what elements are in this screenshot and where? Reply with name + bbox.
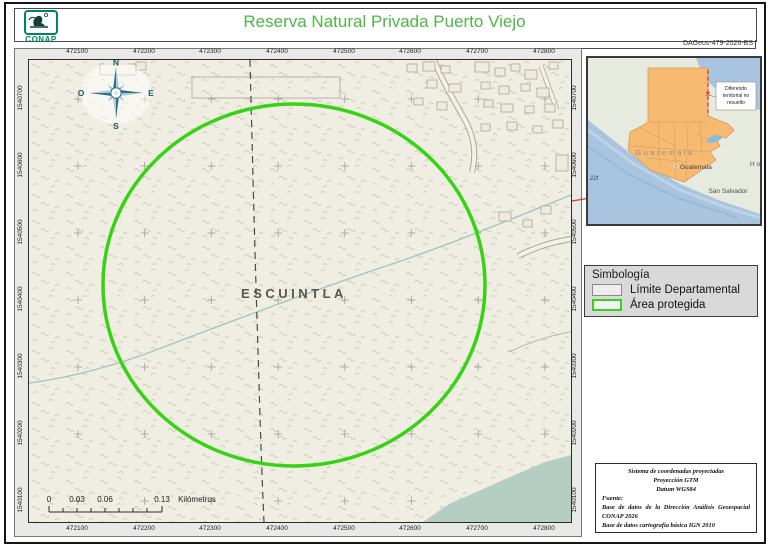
x-coordinate-label: 472700 [466,525,488,532]
department-label: ESCUINTLA [241,286,347,301]
legend: Simbología Límite Departamental Área pro… [584,265,758,317]
legend-item-protected-area: Área protegida [592,299,750,311]
y-coordinate-label: 1540200 [571,420,578,446]
legend-title: Simbología [592,269,650,281]
protected-area-swatch [592,299,622,311]
x-coordinate-label: 472300 [199,525,221,532]
scale-label: 0 [47,495,52,504]
x-coordinate-label: 472400 [266,525,288,532]
source-heading: Fuente: [602,494,623,502]
y-coordinate-label: 1540700 [17,85,24,111]
capital-city-marker [673,163,679,169]
scale-label: 0.13 [154,495,170,504]
x-coordinate-label: 472100 [66,48,88,55]
source-info-box: Sistema de coordenadas proyectadas Proye… [595,463,757,533]
compass-east-label: E [148,88,154,98]
scale-label: 0.06 [97,495,113,504]
territorial-note-line: Diferendo [725,86,747,92]
x-coordinate-label: 472400 [266,48,288,55]
y-coordinate-label: 1540500 [571,219,578,245]
compass-north-label: N [113,60,119,68]
x-coordinate-label: 472200 [133,48,155,55]
map-svg: ESCUINTLA N E S O 0 0.03 0.06 0.13 Kilóm… [28,58,572,523]
source-line: Base de datos cartografía básica IGN 201… [602,521,715,529]
x-coordinate-label: 472600 [399,525,421,532]
x-coordinate-label: 472500 [333,48,355,55]
y-coordinate-label: 1540500 [17,219,24,245]
y-coordinate-label: 1540700 [571,85,578,111]
y-coordinate-label: 1540600 [571,152,578,178]
x-coordinate-label: 472500 [333,525,355,532]
compass-south-label: S [113,121,119,131]
y-coordinate-label: 1540200 [17,420,24,446]
territorial-note-line: territorial no [723,93,750,99]
map-canvas: ESCUINTLA N E S O 0 0.03 0.06 0.13 Kilóm… [28,58,572,523]
datum-line: Datum WGS84 [656,485,696,493]
san-salvador-label: San Salvador [708,188,748,195]
y-coordinate-label: 1540300 [17,353,24,379]
x-coordinate-label: 472800 [533,48,555,55]
x-coordinate-label: 472600 [399,48,421,55]
y-coordinate-label: 1540300 [571,353,578,379]
territorial-note-line: resuelto [727,100,745,106]
x-coordinate-label: 472100 [66,525,88,532]
y-coordinate-label: 1540100 [17,487,24,513]
scale-label: 0.03 [69,495,85,504]
y-coordinate-label: 1540400 [571,286,578,312]
doc-id: DAGeos-479-2026-BS [682,40,753,47]
departmental-boundary-swatch [592,284,622,296]
page-title: Reserva Natural Privada Puerto Viejo [243,12,526,31]
y-coordinate-label: 1540600 [17,152,24,178]
honduras-partial-label: H o [750,161,760,168]
x-coordinate-label: 472300 [199,48,221,55]
source-line: Base de datos de la Dirección Análisis G… [602,503,750,511]
y-coordinate-label: 1540400 [17,286,24,312]
x-coordinate-label: 472800 [533,525,555,532]
legend-item-label: Límite Departamental [630,284,740,296]
y-coordinate-label: 1540100 [571,487,578,513]
x-coordinate-label: 472200 [133,525,155,532]
compass-west-label: O [78,88,85,98]
x-coordinate-label: 472700 [466,48,488,55]
projection-system-line: Sistema de coordenadas proyectadas [627,468,725,475]
capital-city-label: Guatemala [680,164,712,171]
country-name-label: Guatemala [635,148,694,157]
scale-unit-label: Kilómetros [178,495,216,504]
projection-line: Proyección GTM [653,476,699,484]
source-line: CONAP 2026 [602,512,638,520]
legend-item-departmental: Límite Departamental [592,284,750,296]
graticule-partial-label: 22t [589,176,599,182]
inset-map: Diferendo territorial no resuelto Guatem… [586,56,762,226]
legend-item-label: Área protegida [630,299,706,311]
